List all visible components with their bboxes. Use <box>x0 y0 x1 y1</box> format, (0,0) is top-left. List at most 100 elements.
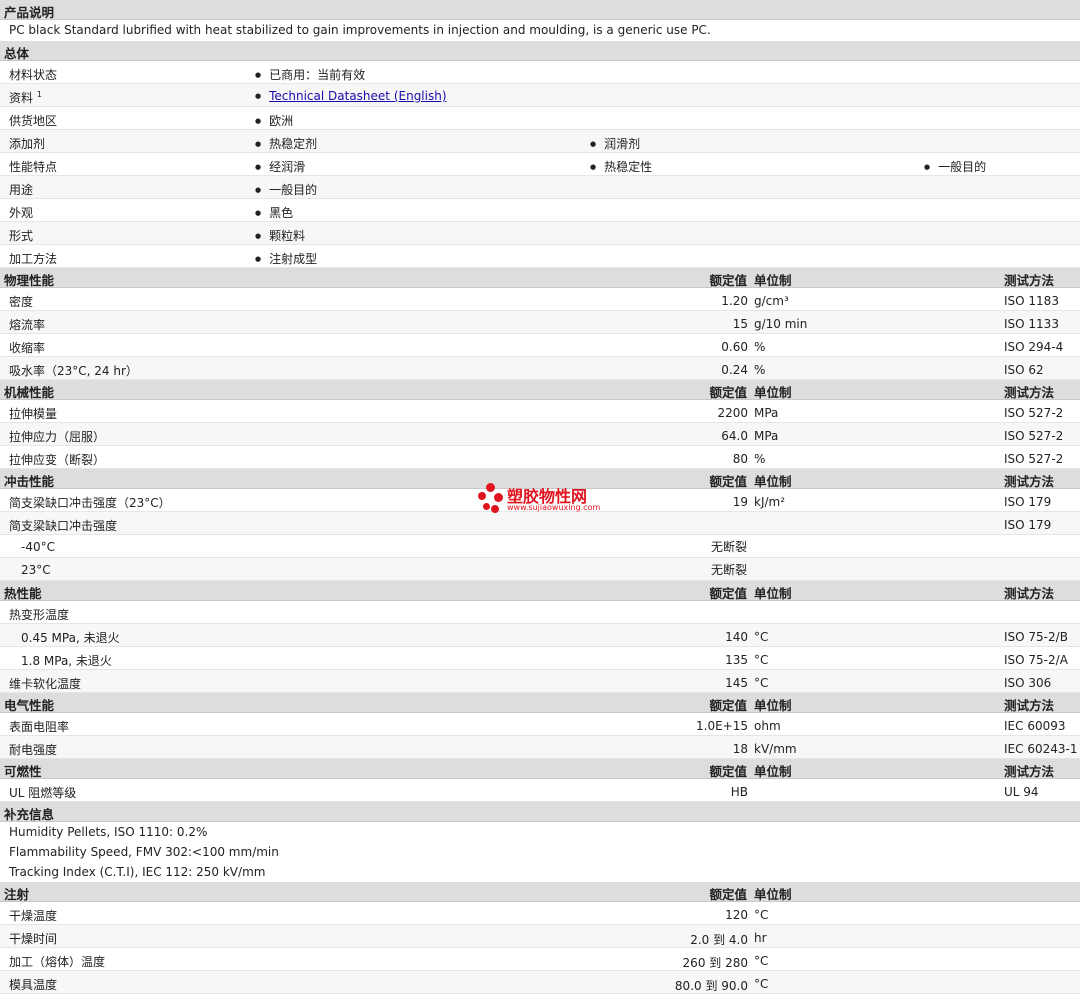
col-method: 测试方法 <box>1004 474 1055 489</box>
supplement-line: Tracking Index (C.T.I), IEC 112: 250 kV/… <box>9 865 266 879</box>
row-value: 80 <box>732 452 748 466</box>
row-label: 密度 <box>9 295 34 309</box>
section-header-injection: 注射 额定值 单位制 <box>0 882 1080 902</box>
col-method: 测试方法 <box>1004 586 1055 601</box>
row-melt-flow: 熔流率 15 g/10 min ISO 1133 <box>0 311 1080 334</box>
row-value: 15 <box>732 317 748 331</box>
section-title: 产品说明 <box>4 5 55 20</box>
section-header-supplement: 补充信息 <box>0 802 1080 822</box>
row-additive: 添加剂 热稳定剂 润滑剂 <box>0 130 1080 153</box>
row-value: 135 <box>725 653 748 667</box>
col-nominal: 额定值 <box>709 764 747 779</box>
row-value: 145 <box>725 676 748 690</box>
row-value: 无断裂 <box>710 563 747 577</box>
bullet-value: 润滑剂 <box>590 135 640 152</box>
row-method: ISO 179 <box>1004 518 1052 532</box>
col-method: 测试方法 <box>1004 385 1055 400</box>
col-unit: 单位制 <box>754 273 792 288</box>
row-density: 密度 1.20 g/cm³ ISO 1183 <box>0 288 1080 311</box>
row-unit: g/cm³ <box>754 294 789 308</box>
col-unit: 单位制 <box>754 385 792 400</box>
section-header-physical: 物理性能 额定值 单位制 测试方法 <box>0 268 1080 288</box>
supplement-line: Humidity Pellets, ISO 1110: 0.2% <box>9 825 208 839</box>
row-unit: g/10 min <box>754 317 808 331</box>
row-label: 表面电阻率 <box>9 720 70 734</box>
row-unit: °C <box>754 676 769 690</box>
row-surface-resistivity: 表面电阻率 1.0E+15 ohm IEC 60093 <box>0 713 1080 736</box>
row-label: 收缩率 <box>9 341 46 355</box>
row-melt-temp: 加工（熔体）温度 260 到 280 °C <box>0 948 1080 971</box>
row-value: 260 到 280 <box>682 956 748 970</box>
section-title: 补充信息 <box>4 807 55 822</box>
row-value: 140 <box>725 630 748 644</box>
row-material-status: 材料状态 已商用：当前有效 <box>0 61 1080 84</box>
col-nominal: 额定值 <box>709 887 747 902</box>
row-method: ISO 527-2 <box>1004 452 1064 466</box>
col-unit: 单位制 <box>754 474 792 489</box>
row-tensile-strain: 拉伸应变（断裂） 80 % ISO 527-2 <box>0 446 1080 469</box>
row-value: 80.0 到 90.0 <box>674 979 748 993</box>
section-header-description: 产品说明 <box>0 0 1080 20</box>
row-method: ISO 294-4 <box>1004 340 1064 354</box>
row-appearance: 外观 黑色 <box>0 199 1080 222</box>
row-label: 耐电强度 <box>9 743 58 757</box>
row-ul-rating: UL 阻燃等级 HB UL 94 <box>0 779 1080 802</box>
section-title: 注射 <box>4 887 30 902</box>
bullet-value: 一般目的 <box>924 158 986 175</box>
bullet-value: 热稳定剂 <box>255 135 317 152</box>
col-unit: 单位制 <box>754 586 792 601</box>
section-title: 机械性能 <box>4 385 55 400</box>
row-label: 拉伸应力（屈服） <box>9 430 106 444</box>
row-value: 1.20 <box>721 294 748 308</box>
row-unit: °C <box>754 630 769 644</box>
row-label: 拉伸应变（断裂） <box>9 453 106 467</box>
row-label: 热变形温度 <box>9 608 70 622</box>
row-label: 材料状态 <box>9 68 58 82</box>
row-unit: % <box>754 452 766 466</box>
row-hdt-045: 0.45 MPa, 未退火 140 °C ISO 75-2/B <box>0 624 1080 647</box>
row-unit: ohm <box>754 719 781 733</box>
row-charpy-minus40: -40°C 无断裂 <box>0 535 1080 558</box>
section-header-flammability: 可燃性 额定值 单位制 测试方法 <box>0 759 1080 779</box>
row-method: IEC 60093 <box>1004 719 1066 733</box>
watermark-url: www.sujiaowuxing.com <box>507 503 601 512</box>
row-value: 19 <box>732 495 748 509</box>
section-title: 热性能 <box>4 586 42 601</box>
bullet-value: 注射成型 <box>255 250 317 267</box>
bullet-value: 欧洲 <box>255 112 293 129</box>
col-nominal: 额定值 <box>709 474 747 489</box>
row-label: 添加剂 <box>9 137 46 151</box>
row-unit: °C <box>754 954 769 968</box>
row-form: 形式 颗粒料 <box>0 222 1080 245</box>
row-value: 0.60 <box>721 340 748 354</box>
row-value: 2.0 到 4.0 <box>690 933 748 947</box>
row-unit: % <box>754 363 766 377</box>
bullet-value: 已商用：当前有效 <box>255 66 365 83</box>
watermark-logo-icon <box>478 481 506 515</box>
row-method: ISO 527-2 <box>1004 406 1064 420</box>
row-region: 供货地区 欧洲 <box>0 107 1080 130</box>
row-value: HB <box>730 785 748 799</box>
row-label: 1.8 MPa, 未退火 <box>21 654 112 668</box>
row-shrinkage: 收缩率 0.60 % ISO 294-4 <box>0 334 1080 357</box>
row-label: 外观 <box>9 206 34 220</box>
row-value: 0.24 <box>721 363 748 377</box>
watermark: 塑胶物性网 www.sujiaowuxing.com <box>478 481 618 517</box>
datasheet-link[interactable]: Technical Datasheet (English) <box>269 89 446 103</box>
row-label: 加工（熔体）温度 <box>9 955 106 969</box>
row-unit: °C <box>754 653 769 667</box>
row-label: 形式 <box>9 229 34 243</box>
row-label: 0.45 MPa, 未退火 <box>21 631 120 645</box>
col-nominal: 额定值 <box>709 385 747 400</box>
bullet-value: 经润滑 <box>255 158 305 175</box>
row-vicat: 维卡软化温度 145 °C ISO 306 <box>0 670 1080 693</box>
row-water-absorption: 吸水率（23°C, 24 hr） 0.24 % ISO 62 <box>0 357 1080 380</box>
col-unit: 单位制 <box>754 764 792 779</box>
bullet-link-item: Technical Datasheet (English) <box>255 89 446 103</box>
bullet-value: 热稳定性 <box>590 158 652 175</box>
row-processing: 加工方法 注射成型 <box>0 245 1080 268</box>
col-method: 测试方法 <box>1004 273 1055 288</box>
row-uses: 用途 一般目的 <box>0 176 1080 199</box>
row-label: -40°C <box>21 540 55 554</box>
row-unit: hr <box>754 931 767 945</box>
